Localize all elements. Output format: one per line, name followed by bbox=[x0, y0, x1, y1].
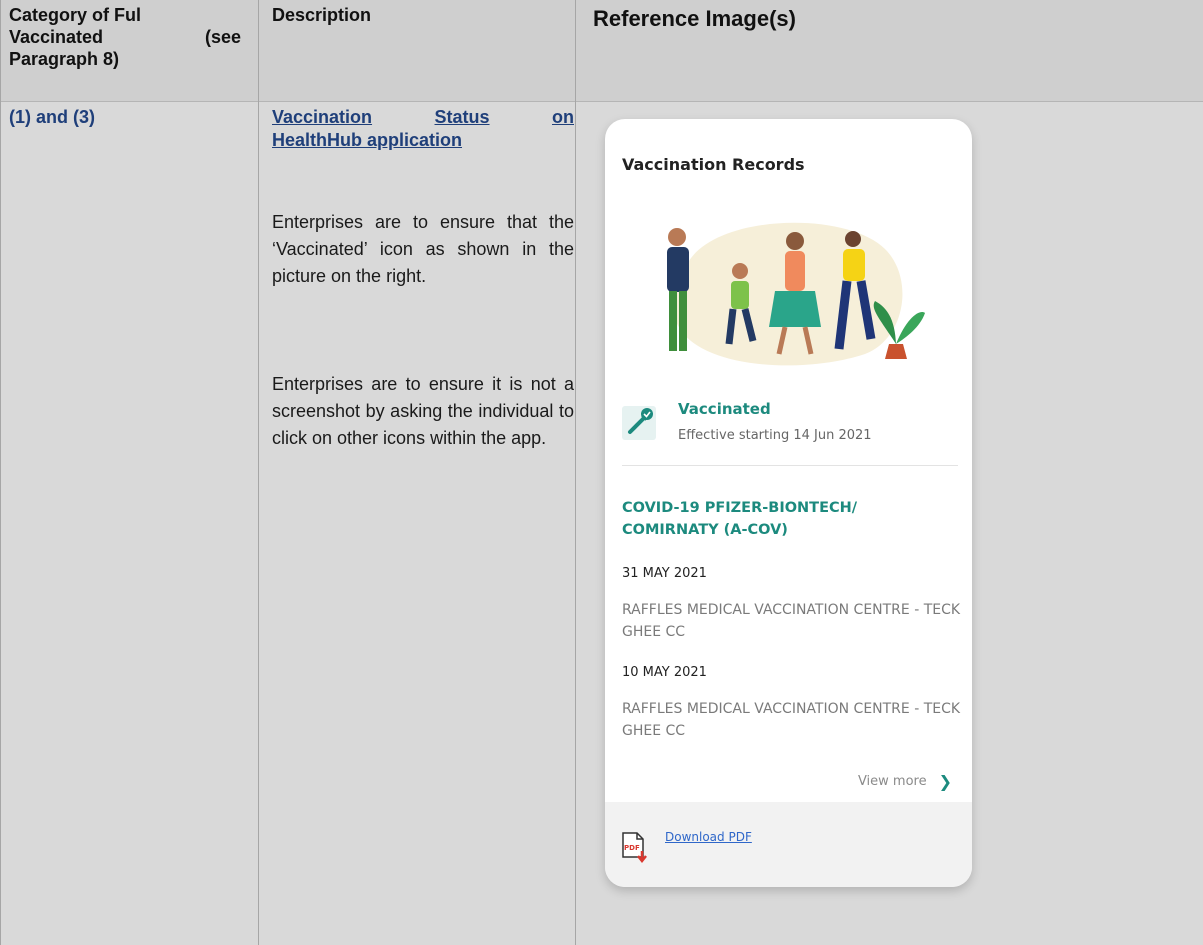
row-paragraph-1: Enterprises are to ensure that the ‘Vacc… bbox=[272, 212, 574, 286]
row-paragraph-2: Enterprises are to ensure it is not a sc… bbox=[272, 374, 574, 448]
dose-place: RAFFLES MEDICAL VACCINATION CENTRE - TEC… bbox=[622, 602, 961, 640]
header-reference: Reference Image(s) bbox=[593, 6, 796, 31]
divider bbox=[622, 465, 958, 466]
healthhub-screenshot: Vaccination Records Vaccinated Effective… bbox=[605, 119, 972, 887]
chevron-right-icon: ❯ bbox=[938, 772, 952, 791]
pdf-download-icon: PDF bbox=[622, 832, 647, 863]
row-category: (1) and (3) bbox=[9, 107, 96, 127]
header-category-line2: Vaccinated (see bbox=[9, 26, 241, 48]
header-category-word: Vaccinated bbox=[9, 27, 104, 47]
table-body-row bbox=[0, 102, 1203, 945]
row-title-word: Status bbox=[434, 107, 490, 127]
header-category-word: (see bbox=[204, 27, 241, 47]
table-border-left bbox=[0, 0, 1, 945]
header-category-line3: Paragraph 8) bbox=[9, 49, 120, 69]
view-more-label: View more bbox=[857, 774, 927, 789]
header-category-line1: Category of Ful bbox=[9, 5, 142, 25]
dose-place: RAFFLES MEDICAL VACCINATION CENTRE - TEC… bbox=[622, 701, 961, 739]
screen-title: Vaccination Records bbox=[622, 155, 805, 174]
row-title-line1: Vaccination Status on bbox=[272, 106, 574, 129]
download-footer: PDF Download PDF bbox=[605, 802, 972, 887]
dose-date: 10 MAY 2021 bbox=[622, 665, 707, 680]
pdf-icon-text: PDF bbox=[624, 844, 640, 852]
status-effective-date: Effective starting 14 Jun 2021 bbox=[678, 428, 872, 443]
dose-date: 31 MAY 2021 bbox=[622, 566, 707, 581]
row-title-link[interactable]: Vaccination Status on HealthHub applicat… bbox=[272, 106, 574, 152]
document-table: Category of Ful Vaccinated (see Paragrap… bbox=[0, 0, 1203, 945]
view-more-button[interactable]: View more ❯ bbox=[858, 772, 952, 791]
header-category: Category of Ful Vaccinated (see Paragrap… bbox=[9, 4, 249, 70]
status-label: Vaccinated bbox=[678, 400, 771, 418]
column-divider-2 bbox=[575, 0, 576, 945]
vaccine-check-icon bbox=[622, 406, 656, 440]
row-title-line2: HealthHub application bbox=[272, 130, 463, 150]
row-title-word: Vaccination bbox=[272, 107, 373, 127]
header-description: Description bbox=[272, 5, 372, 25]
row-title-word: on bbox=[552, 107, 574, 127]
vaccine-name: COVID-19 PFIZER-BIONTECH/ COMIRNATY (A-C… bbox=[622, 500, 858, 538]
column-divider-1 bbox=[258, 0, 259, 945]
vaccinated-family-illustration bbox=[667, 222, 925, 366]
download-pdf-link[interactable]: Download PDF bbox=[665, 830, 752, 844]
